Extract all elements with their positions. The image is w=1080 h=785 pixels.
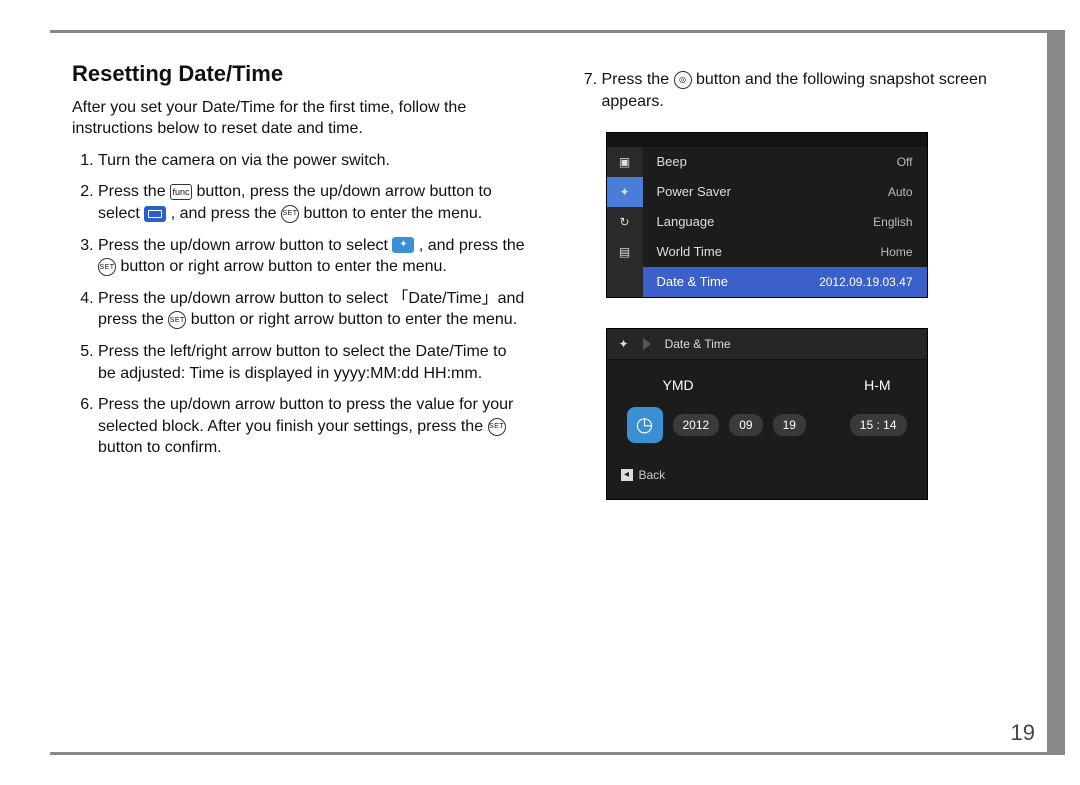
set-icon: SET bbox=[168, 311, 186, 329]
steps-list: Turn the camera on via the power switch.… bbox=[72, 150, 528, 459]
menu-label: Language bbox=[643, 207, 860, 237]
step-6-a: Press the up/down arrow button to press … bbox=[98, 396, 513, 435]
menu-label: Power Saver bbox=[643, 177, 874, 207]
step-6: Press the up/down arrow button to press … bbox=[98, 394, 528, 459]
tab-blank bbox=[607, 267, 643, 297]
page-margin-bar bbox=[1047, 33, 1065, 752]
toolbox-icon bbox=[144, 206, 166, 222]
tab-camera-icon: ▣ bbox=[607, 147, 643, 177]
set-icon: SET bbox=[98, 258, 116, 276]
time-value: 15 : 14 bbox=[850, 414, 907, 436]
menu-row-worldtime: ▤ World Time Home bbox=[607, 237, 927, 267]
step-2: Press the func button, press the up/down… bbox=[98, 181, 528, 224]
step-3-c: button or right arrow button to enter th… bbox=[120, 258, 446, 275]
month-value: 09 bbox=[729, 414, 762, 436]
step-1: Turn the camera on via the power switch. bbox=[98, 150, 528, 172]
menu-label: Beep bbox=[643, 147, 883, 177]
step-7-a: Press the bbox=[602, 71, 674, 88]
menu-value: English bbox=[859, 207, 926, 237]
menu-value: Auto bbox=[874, 177, 927, 207]
hm-label: H-M bbox=[864, 376, 890, 395]
step-4-b: button or right arrow button to enter th… bbox=[191, 311, 517, 328]
right-column: Press the ◎ button and the following sna… bbox=[576, 59, 1032, 500]
wrench-icon: ✦ bbox=[392, 237, 414, 253]
step-5: Press the left/right arrow button to sel… bbox=[98, 341, 528, 384]
step-1-text: Turn the camera on via the power switch. bbox=[98, 152, 390, 169]
datetime-values: ◷ 2012 09 19 15 : 14 bbox=[607, 407, 927, 461]
menu-value: Home bbox=[866, 237, 926, 267]
ymd-label: YMD bbox=[663, 376, 694, 395]
tab-card-icon: ▤ bbox=[607, 237, 643, 267]
chevron-right-icon bbox=[643, 338, 651, 350]
content-columns: Resetting Date/Time After you set your D… bbox=[50, 33, 1065, 520]
setup-icon: ✦ bbox=[619, 336, 629, 352]
step-2-c: , and press the bbox=[171, 205, 281, 222]
menu-label: Date & Time bbox=[643, 267, 806, 297]
dial-icon: ◎ bbox=[674, 71, 692, 89]
camera-datetime-screenshot: ✦ Date & Time YMD H-M ◷ 2012 09 19 15 : … bbox=[606, 328, 928, 500]
ymd-header: YMD H-M bbox=[607, 360, 927, 407]
set-icon: SET bbox=[281, 205, 299, 223]
step-3-a: Press the up/down arrow button to select bbox=[98, 237, 392, 254]
step-6-b: button to confirm. bbox=[98, 439, 222, 456]
back-icon: ◂ bbox=[621, 469, 633, 481]
camera-menu-screenshot: ▣ Beep Off ✦ Power Saver Auto ↻ Language… bbox=[606, 132, 928, 298]
set-icon: SET bbox=[488, 418, 506, 436]
step-2-d: button to enter the menu. bbox=[303, 205, 482, 222]
intro-text: After you set your Date/Time for the fir… bbox=[72, 97, 528, 140]
set-label-2: SET bbox=[99, 264, 114, 271]
step-2-a: Press the bbox=[98, 183, 170, 200]
year-value: 2012 bbox=[673, 414, 720, 436]
page-frame: Resetting Date/Time After you set your D… bbox=[50, 30, 1065, 755]
set-label-4: SET bbox=[489, 423, 504, 430]
func-label: func bbox=[173, 188, 190, 197]
step-3: Press the up/down arrow button to select… bbox=[98, 235, 528, 278]
menu-row-powersaver: ✦ Power Saver Auto bbox=[607, 177, 927, 207]
back-row: ◂ Back bbox=[607, 461, 927, 489]
step-5-text: Press the left/right arrow button to sel… bbox=[98, 343, 506, 382]
set-label-3: SET bbox=[170, 317, 185, 324]
menu-value: 2012.09.19.03.47 bbox=[805, 267, 926, 297]
menu-row-beep: ▣ Beep Off bbox=[607, 147, 927, 177]
menu-label: World Time bbox=[643, 237, 867, 267]
back-label: Back bbox=[639, 467, 666, 483]
step-7: Press the ◎ button and the following sna… bbox=[602, 69, 1032, 112]
func-menu-icon: func bbox=[170, 184, 192, 200]
section-title: Resetting Date/Time bbox=[72, 59, 528, 89]
menu-row-language: ↻ Language English bbox=[607, 207, 927, 237]
left-column: Resetting Date/Time After you set your D… bbox=[72, 59, 528, 500]
breadcrumb: ✦ Date & Time bbox=[607, 329, 927, 360]
set-label: SET bbox=[282, 210, 297, 217]
day-value: 19 bbox=[773, 414, 806, 436]
step-4: Press the up/down arrow button to select… bbox=[98, 288, 528, 331]
tab-refresh-icon: ↻ bbox=[607, 207, 643, 237]
crumb-label: Date & Time bbox=[665, 336, 731, 352]
steps-list-right: Press the ◎ button and the following sna… bbox=[576, 69, 1032, 112]
menu-value: Off bbox=[883, 147, 927, 177]
clock-icon: ◷ bbox=[627, 407, 663, 443]
tab-setup-icon: ✦ bbox=[607, 177, 643, 207]
page-number: 19 bbox=[1011, 720, 1035, 746]
step-3-b: , and press the bbox=[419, 237, 525, 254]
menu-row-datetime: Date & Time 2012.09.19.03.47 bbox=[607, 267, 927, 297]
